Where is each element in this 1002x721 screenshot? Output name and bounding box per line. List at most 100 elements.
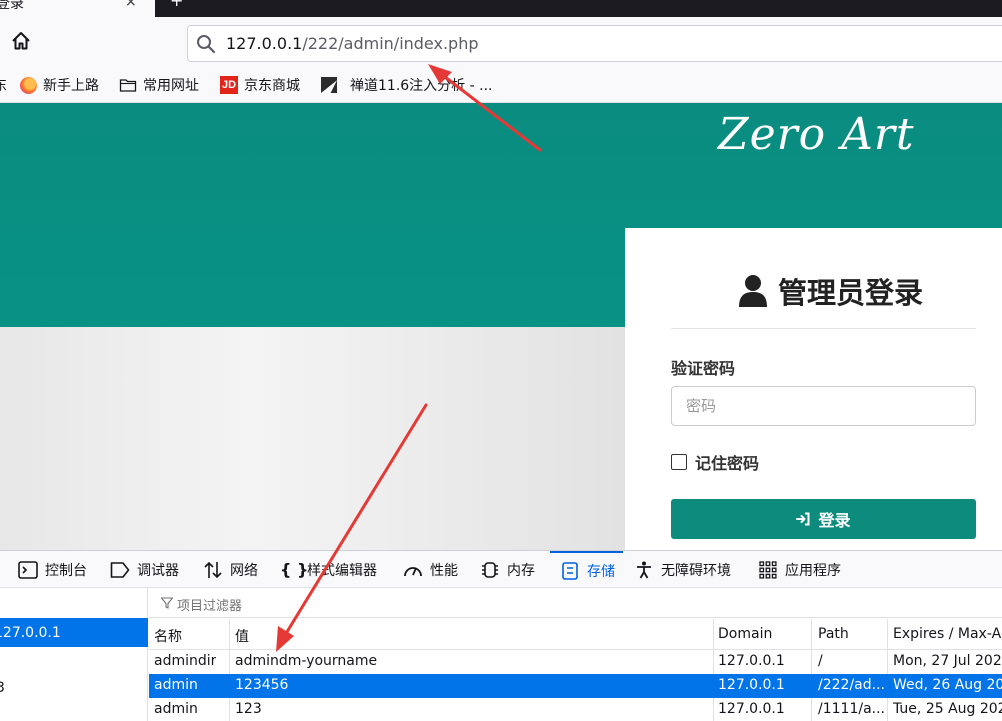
devtools-tabs: 控制台 调试器 网络 { } 样式编辑器 性能 内存 存储 无障碍环境 应用程序 <box>0 551 1002 588</box>
filter-placeholder: 项目过滤器 <box>177 599 243 614</box>
debugger-icon <box>110 561 130 578</box>
url-bar[interactable]: 127.0.0.1/222/admin/index.php <box>187 25 1002 62</box>
jd-icon: JD <box>220 76 238 94</box>
cell-value: 123 <box>235 701 262 717</box>
bookmark-zentao[interactable]: 禅道11.6注入分析 - ... <box>320 75 492 95</box>
tab-label: 调试器 <box>137 562 179 579</box>
bookmark-label: 新手上路 <box>43 78 99 94</box>
bookmark-common-sites[interactable]: 常用网址 <box>119 75 199 95</box>
folder-icon <box>119 79 137 92</box>
close-tab-icon[interactable]: × <box>125 0 137 10</box>
cell-name: admin <box>154 701 198 717</box>
web-page: Zero Art 管理员登录 验证密码 记住密码 登录 <box>0 103 1002 550</box>
tab-label: 性能 <box>430 562 458 579</box>
cell-expires: Tue, 25 Aug 2020 <box>893 701 1002 717</box>
bookmark-label: 京东商城 <box>244 78 300 94</box>
login-card: 管理员登录 验证密码 记住密码 登录 <box>625 228 1002 550</box>
login-button[interactable]: 登录 <box>671 499 976 539</box>
page-background <box>0 327 625 550</box>
tab-style-editor[interactable]: { } 样式编辑器 <box>280 551 377 588</box>
cell-domain: 127.0.0.1 <box>718 701 785 717</box>
remember-label: 记住密码 <box>695 454 760 473</box>
cell-domain: 127.0.0.1 <box>718 653 785 669</box>
cell-path: /222/ad... <box>818 677 885 693</box>
url-text: 127.0.0.1/222/admin/index.php <box>226 34 479 53</box>
column-header-value[interactable]: 值 <box>235 626 249 646</box>
performance-icon <box>404 566 422 576</box>
remember-password[interactable]: 记住密码 <box>671 450 759 474</box>
tab-label: 控制台 <box>45 562 87 579</box>
tab-accessibility[interactable]: 无障碍环境 <box>634 551 731 588</box>
navigation-bar: 127.0.0.1/222/admin/index.php <box>0 17 1002 67</box>
cell-path: / <box>818 653 823 669</box>
tab-label: 应用程序 <box>785 562 841 579</box>
sidebar-item-host[interactable]: 127.0.0.1 <box>0 618 148 647</box>
home-icon[interactable] <box>10 30 32 52</box>
table-row[interactable]: admin 123 127.0.0.1 /1111/a... Tue, 25 A… <box>149 698 1002 721</box>
tab-label: 存储 <box>587 563 615 580</box>
firefox-icon <box>19 76 37 94</box>
bookmark-fragment[interactable]: 东 <box>0 75 7 95</box>
url-host: 127.0.0.1 <box>226 34 303 53</box>
tab-label: 样式编辑器 <box>307 562 377 579</box>
password-label: 验证密码 <box>671 359 736 378</box>
application-icon <box>759 560 777 579</box>
remember-checkbox[interactable] <box>671 454 687 470</box>
style-editor-icon: { } <box>280 560 309 579</box>
network-icon <box>204 561 222 578</box>
bookmark-label: 常用网址 <box>143 78 199 94</box>
user-icon <box>739 275 767 307</box>
tab-storage[interactable]: 存储 <box>550 551 623 588</box>
url-path: /222/admin/index.php <box>302 34 479 53</box>
tab-performance[interactable]: 性能 <box>403 551 458 588</box>
password-input[interactable] <box>671 386 976 426</box>
jd-badge: JD <box>220 76 238 94</box>
storage-sidebar: 127.0.0.1 3 <box>0 588 148 721</box>
tab-label: 网络 <box>230 562 258 579</box>
cell-value: admindm-yourname <box>235 653 378 669</box>
memory-icon <box>482 561 498 578</box>
tab-strip: 登录 × + <box>0 0 1002 17</box>
table-row[interactable]: admindir admindm-yourname 127.0.0.1 / Mo… <box>149 650 1002 674</box>
column-header-expires[interactable]: Expires / Max-Age <box>893 626 1002 642</box>
tab-label: 内存 <box>507 562 535 579</box>
sidebar-item-label: 127.0.0.1 <box>0 624 61 641</box>
new-tab-icon[interactable]: + <box>170 0 183 10</box>
cell-expires: Wed, 26 Aug 2020 <box>893 677 1002 693</box>
tab-label: 无障碍环境 <box>661 562 731 579</box>
browser-tab[interactable]: 登录 × <box>0 0 155 17</box>
zentao-icon <box>320 76 338 94</box>
devtools-panel: 控制台 调试器 网络 { } 样式编辑器 性能 内存 存储 无障碍环境 应用程序… <box>0 550 1002 721</box>
search-icon <box>197 35 216 54</box>
cell-name: admin <box>154 677 198 693</box>
console-icon <box>18 560 38 579</box>
column-header-name[interactable]: 名称 <box>154 626 182 646</box>
table-row-selected[interactable]: admin 123456 127.0.0.1 /222/ad... Wed, 2… <box>149 674 1002 698</box>
tab-debugger[interactable]: 调试器 <box>110 551 179 588</box>
site-logo: Zero Art <box>718 109 915 160</box>
login-title: 管理员登录 <box>778 276 924 310</box>
tab-console[interactable]: 控制台 <box>18 551 87 588</box>
column-header-domain[interactable]: Domain <box>718 626 772 642</box>
tab-memory[interactable]: 内存 <box>480 551 535 588</box>
bookmark-label: 禅道11.6注入分析 - ... <box>350 78 493 94</box>
cell-path: /1111/a... <box>818 701 885 717</box>
tab-application[interactable]: 应用程序 <box>758 551 841 588</box>
filter-icon <box>161 597 173 609</box>
cell-expires: Mon, 27 Jul 2020 <box>893 653 1002 669</box>
bookmark-jd[interactable]: JD 京东商城 <box>220 75 300 95</box>
filter-bar[interactable]: 项目过滤器 <box>149 588 1002 618</box>
login-header: 管理员登录 <box>738 270 923 312</box>
cell-value: 123456 <box>235 677 289 693</box>
accessibility-icon <box>637 561 651 578</box>
table-header: 名称 值 Domain Path Expires / Max-Age <box>149 619 1002 650</box>
bookmarks-bar: 东 新手上路 常用网址 JD 京东商城 禅道11.6注入分析 - ... <box>0 67 1002 103</box>
sidebar-item-fragment[interactable]: 3 <box>0 680 5 696</box>
cell-name: admindir <box>154 653 217 669</box>
cell-domain: 127.0.0.1 <box>718 677 785 693</box>
column-header-path[interactable]: Path <box>818 626 849 642</box>
tab-network[interactable]: 网络 <box>203 551 258 588</box>
divider <box>671 328 976 329</box>
storage-icon <box>562 561 578 580</box>
bookmark-newbie[interactable]: 新手上路 <box>19 75 99 95</box>
